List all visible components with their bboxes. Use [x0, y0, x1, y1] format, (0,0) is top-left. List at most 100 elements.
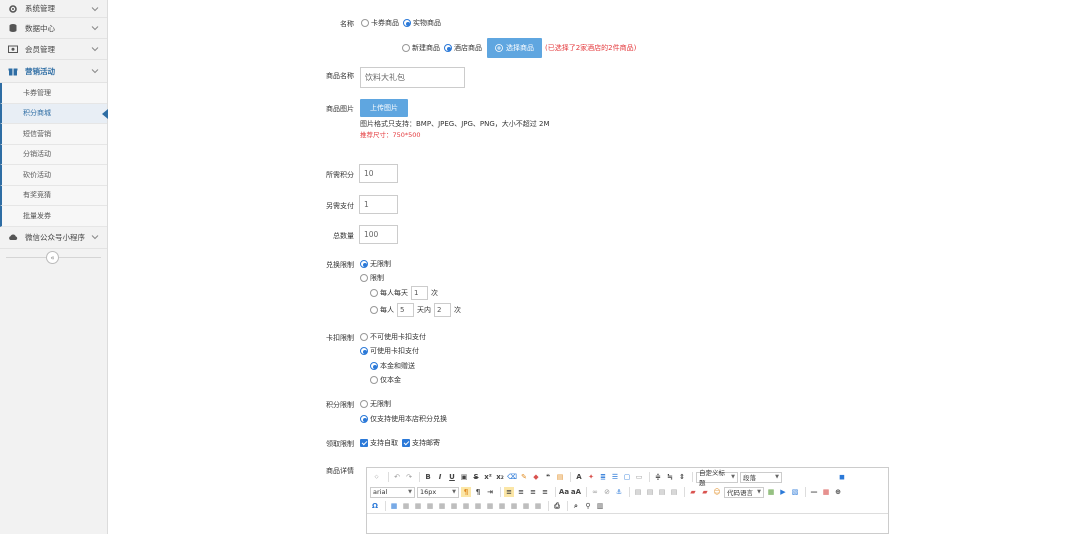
radio-button[interactable]: [444, 44, 452, 52]
radio-button[interactable]: [360, 415, 368, 423]
sidebar-group-members[interactable]: 会员管理: [0, 39, 107, 60]
radio-button[interactable]: [360, 347, 368, 355]
sidebar-group-marketing[interactable]: 营销活动: [0, 60, 107, 83]
font-color-icon[interactable]: A: [574, 472, 584, 482]
select-all-icon[interactable]: ▢: [622, 472, 632, 482]
type-option-physical[interactable]: 实物商品: [403, 18, 441, 28]
card-no-option[interactable]: 不可使用卡扣支付: [360, 332, 426, 342]
radio-button[interactable]: [402, 44, 410, 52]
insert-col-icon[interactable]: ▦: [449, 501, 459, 511]
sidebar-item-batch-coupons[interactable]: 批量发券: [0, 206, 107, 227]
radio-button[interactable]: [360, 274, 368, 282]
align-center-icon[interactable]: ≡: [516, 487, 526, 497]
image-float-left-icon[interactable]: ▤: [645, 487, 655, 497]
merge-cells-icon[interactable]: ▦: [473, 501, 483, 511]
blockquote-icon[interactable]: ❝: [543, 472, 553, 482]
merge-down-icon[interactable]: ▦: [497, 501, 507, 511]
exchange-limited-option[interactable]: 限制: [360, 273, 384, 283]
indent-icon[interactable]: ⇥: [485, 487, 495, 497]
points-input[interactable]: 10: [359, 164, 398, 183]
date-icon[interactable]: ▦: [821, 487, 831, 497]
font-size-select[interactable]: 16px ▼: [417, 486, 459, 498]
radio-button[interactable]: [370, 376, 378, 384]
sidebar-item-coupons[interactable]: 卡券管理: [0, 83, 107, 104]
special-char-icon[interactable]: ⊕: [833, 487, 843, 497]
radio-button[interactable]: [360, 400, 368, 408]
radio-button[interactable]: [403, 19, 411, 27]
radio-button[interactable]: [370, 362, 378, 370]
remove-format-icon[interactable]: ⌫: [507, 472, 517, 482]
font-family-select[interactable]: arial ▼: [370, 486, 415, 498]
attachment-icon[interactable]: ▧: [790, 487, 800, 497]
radio-button[interactable]: [370, 306, 378, 314]
source-option-hotel[interactable]: 酒店商品: [444, 43, 482, 53]
image-float-right-icon[interactable]: ▤: [657, 487, 667, 497]
insert-paragraph-before-icon[interactable]: ▦: [413, 501, 423, 511]
multi-image-icon[interactable]: ▰: [700, 487, 710, 497]
insert-table-icon[interactable]: ▦: [389, 501, 399, 511]
unlink-icon[interactable]: ⊘: [602, 487, 612, 497]
insert-row-icon[interactable]: ▦: [425, 501, 435, 511]
pickup-delivery-option[interactable]: 支持邮寄: [402, 438, 440, 448]
per-day-times-input[interactable]: 1: [411, 286, 428, 300]
pickup-self-option[interactable]: 支持自取: [360, 438, 398, 448]
sidebar-item-sms-marketing[interactable]: 短信营销: [0, 124, 107, 145]
split-cols-icon[interactable]: ▦: [533, 501, 543, 511]
image-center-icon[interactable]: ▤: [669, 487, 679, 497]
clear-doc-icon[interactable]: ▭: [634, 472, 644, 482]
format-match-icon[interactable]: ✎: [519, 472, 529, 482]
code-language-select[interactable]: 代码语言 ▼: [724, 486, 764, 498]
row-spacing-top-icon[interactable]: ≑: [653, 472, 663, 482]
radio-button[interactable]: [370, 289, 378, 297]
map-icon[interactable]: ▦: [766, 487, 776, 497]
unordered-list-icon[interactable]: ☰: [610, 472, 620, 482]
horizontal-rule-icon[interactable]: —: [809, 487, 819, 497]
total-quantity-input[interactable]: 100: [359, 225, 398, 244]
underline-icon[interactable]: U: [447, 472, 457, 482]
insert-image-icon[interactable]: ▰: [688, 487, 698, 497]
video-icon[interactable]: ▶: [778, 487, 788, 497]
delete-col-icon[interactable]: ▦: [461, 501, 471, 511]
select-product-button[interactable]: 选择商品: [487, 38, 542, 58]
split-rows-icon[interactable]: ▦: [521, 501, 531, 511]
exchange-per-period-option[interactable]: 每人 5 天内 2 次: [370, 303, 461, 317]
custom-heading-select[interactable]: 自定义标题 ▼: [696, 469, 738, 487]
superscript-icon[interactable]: x²: [483, 472, 493, 482]
delete-row-icon[interactable]: ▦: [437, 501, 447, 511]
line-height-icon[interactable]: ⇕: [677, 472, 687, 482]
search-replace-icon[interactable]: ⚲: [583, 501, 593, 511]
html-source-icon[interactable]: ◇: [370, 472, 383, 482]
exchange-unlimited-option[interactable]: 无限制: [360, 259, 391, 269]
editor-content-area[interactable]: [367, 513, 888, 533]
radio-button[interactable]: [360, 260, 368, 268]
split-cells-icon[interactable]: ▦: [509, 501, 519, 511]
radio-button[interactable]: [360, 333, 368, 341]
subscript-icon[interactable]: x₂: [495, 472, 505, 482]
lowercase-icon[interactable]: aA: [571, 487, 581, 497]
card-principal-gift-option[interactable]: 本金和赠送: [370, 361, 415, 371]
merge-right-icon[interactable]: ▦: [485, 501, 495, 511]
omega-icon[interactable]: Ω: [370, 501, 380, 511]
link-icon[interactable]: ∞: [590, 487, 600, 497]
font-border-icon[interactable]: ▣: [459, 472, 469, 482]
ltr-direction-icon[interactable]: ¶: [461, 487, 471, 497]
sidebar-group-data[interactable]: 数据中心: [0, 18, 107, 39]
product-name-input[interactable]: 饮料大礼包: [360, 67, 465, 88]
sidebar-item-points-mall[interactable]: 积分商城: [0, 103, 108, 124]
redo-icon[interactable]: ↷: [404, 472, 414, 482]
italic-icon[interactable]: I: [435, 472, 445, 482]
card-principal-only-option[interactable]: 仅本金: [370, 375, 401, 385]
background-color-icon[interactable]: ✦: [586, 472, 596, 482]
sidebar-group-wechat[interactable]: 微信公众号小程序: [0, 227, 107, 249]
image-float-none-icon[interactable]: ▤: [633, 487, 643, 497]
uppercase-icon[interactable]: Aa: [559, 487, 569, 497]
print-icon[interactable]: ⎙: [552, 501, 562, 511]
upload-image-button[interactable]: 上传图片: [360, 99, 408, 117]
delete-table-icon[interactable]: ▦: [401, 501, 411, 511]
source-option-new[interactable]: 新建商品: [402, 43, 440, 53]
points-limit-none-option[interactable]: 无限制: [360, 399, 391, 409]
paste-plain-icon[interactable]: ▤: [555, 472, 565, 482]
type-option-coupon[interactable]: 卡券商品: [361, 18, 399, 28]
fullscreen-icon[interactable]: ◼: [837, 472, 847, 482]
checkbox[interactable]: [402, 439, 410, 447]
